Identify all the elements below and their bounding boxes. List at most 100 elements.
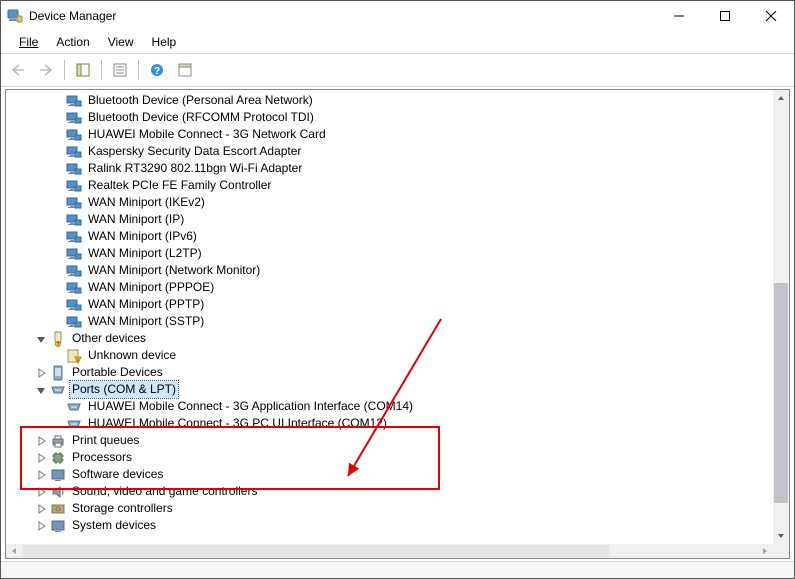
scroll-right-arrow[interactable] [757,544,773,558]
scroll-left-arrow[interactable] [6,544,22,558]
category-software-devices[interactable]: Software devices [6,466,773,483]
tree-label: WAN Miniport (IKEv2) [86,194,207,211]
device-tree[interactable]: Bluetooth Device (Personal Area Network)… [6,90,773,544]
menu-action[interactable]: Action [48,33,97,51]
tree-label: Portable Devices [70,364,165,381]
tree-label: WAN Miniport (L2TP) [86,245,204,262]
collapse-icon[interactable] [34,332,48,346]
device-unknown[interactable]: ! Unknown device [6,347,773,364]
maximize-button[interactable] [702,1,748,31]
properties-button[interactable] [107,57,133,83]
device-manager-window: Device Manager File Action View Help [0,0,795,579]
back-button[interactable] [5,57,31,83]
collapse-icon[interactable] [34,383,48,397]
tree-label: HUAWEI Mobile Connect - 3G PC UI Interfa… [86,415,389,432]
tree-label: Kaspersky Security Data Escort Adapter [86,143,303,160]
tree-label: HUAWEI Mobile Connect - 3G Application I… [86,398,415,415]
ports-icon [50,382,66,398]
port-icon [66,399,82,415]
close-button[interactable] [748,1,794,31]
menu-view[interactable]: View [100,33,142,51]
menu-help[interactable]: Help [144,33,185,51]
network-adapter-icon [66,314,82,330]
category-sound[interactable]: Sound, video and game controllers [6,483,773,500]
scroll-down-arrow[interactable] [773,528,789,544]
tree-label: Sound, video and game controllers [70,483,259,500]
tree-label: Realtek PCIe FE Family Controller [86,177,273,194]
tree-panel: Bluetooth Device (Personal Area Network)… [5,89,790,559]
network-adapter-icon [66,195,82,211]
tree-label: Bluetooth Device (Personal Area Network) [86,92,315,109]
toolbar-extra-button[interactable] [172,57,198,83]
network-adapter-icon [66,280,82,296]
device-manager-icon [7,8,23,24]
tree-label: Storage controllers [70,500,175,517]
network-adapter-icon [66,263,82,279]
scroll-track[interactable] [22,544,757,558]
tree-label: System devices [70,517,158,534]
vertical-scrollbar[interactable] [773,90,789,544]
device-network-adapter[interactable]: WAN Miniport (PPPOE) [6,279,773,296]
tree-label: Bluetooth Device (RFCOMM Protocol TDI) [86,109,316,126]
sound-icon [50,484,66,500]
tree-label: WAN Miniport (Network Monitor) [86,262,262,279]
unknown-device-icon: ! [66,348,82,364]
category-system[interactable]: System devices [6,517,773,534]
show-hide-console-tree-button[interactable] [70,57,96,83]
device-network-adapter[interactable]: WAN Miniport (Network Monitor) [6,262,773,279]
expand-icon[interactable] [34,451,48,465]
device-port-com14[interactable]: HUAWEI Mobile Connect - 3G Application I… [6,398,773,415]
tree-label: HUAWEI Mobile Connect - 3G Network Card [86,126,328,143]
toolbar: ? [1,53,794,87]
expand-icon[interactable] [34,502,48,516]
category-storage[interactable]: Storage controllers [6,500,773,517]
expand-icon[interactable] [34,468,48,482]
category-processors[interactable]: Processors [6,449,773,466]
network-adapter-icon [66,178,82,194]
port-icon [66,416,82,432]
scroll-thumb[interactable] [22,545,610,557]
device-network-adapter[interactable]: Bluetooth Device (RFCOMM Protocol TDI) [6,109,773,126]
svg-text:?: ? [154,66,160,77]
tree-label: Processors [70,449,134,466]
scroll-up-arrow[interactable] [773,90,789,106]
tree-label: Unknown device [86,347,178,364]
window-controls [656,1,794,31]
category-other-devices[interactable]: ? Other devices [6,330,773,347]
scroll-thumb[interactable] [774,283,788,502]
device-network-adapter[interactable]: WAN Miniport (PPTP) [6,296,773,313]
horizontal-scrollbar[interactable] [6,544,773,558]
category-ports[interactable]: Ports (COM & LPT) [6,381,773,398]
expand-icon[interactable] [34,434,48,448]
network-adapter-icon [66,93,82,109]
system-devices-icon [50,518,66,534]
device-network-adapter[interactable]: WAN Miniport (IP) [6,211,773,228]
device-network-adapter[interactable]: HUAWEI Mobile Connect - 3G Network Card [6,126,773,143]
expand-icon[interactable] [34,519,48,533]
device-network-adapter[interactable]: WAN Miniport (IPv6) [6,228,773,245]
device-network-adapter[interactable]: WAN Miniport (SSTP) [6,313,773,330]
expand-icon[interactable] [34,485,48,499]
device-network-adapter[interactable]: Bluetooth Device (Personal Area Network) [6,92,773,109]
svg-text:!: ! [77,358,78,364]
scroll-track[interactable] [773,106,789,528]
minimize-button[interactable] [656,1,702,31]
device-network-adapter[interactable]: Ralink RT3290 802.11bgn Wi-Fi Adapter [6,160,773,177]
device-network-adapter[interactable]: WAN Miniport (IKEv2) [6,194,773,211]
processor-icon [50,450,66,466]
network-adapter-icon [66,110,82,126]
menubar: File Action View Help [1,31,794,53]
device-network-adapter[interactable]: WAN Miniport (L2TP) [6,245,773,262]
expand-icon[interactable] [34,366,48,380]
category-print-queues[interactable]: Print queues [6,432,773,449]
device-network-adapter[interactable]: Kaspersky Security Data Escort Adapter [6,143,773,160]
category-portable-devices[interactable]: Portable Devices [6,364,773,381]
network-adapter-icon [66,161,82,177]
software-devices-icon [50,467,66,483]
help-button[interactable]: ? [144,57,170,83]
device-port-com12[interactable]: HUAWEI Mobile Connect - 3G PC UI Interfa… [6,415,773,432]
tree-label: Ralink RT3290 802.11bgn Wi-Fi Adapter [86,160,304,177]
menu-file[interactable]: File [11,33,46,51]
forward-button[interactable] [33,57,59,83]
device-network-adapter[interactable]: Realtek PCIe FE Family Controller [6,177,773,194]
